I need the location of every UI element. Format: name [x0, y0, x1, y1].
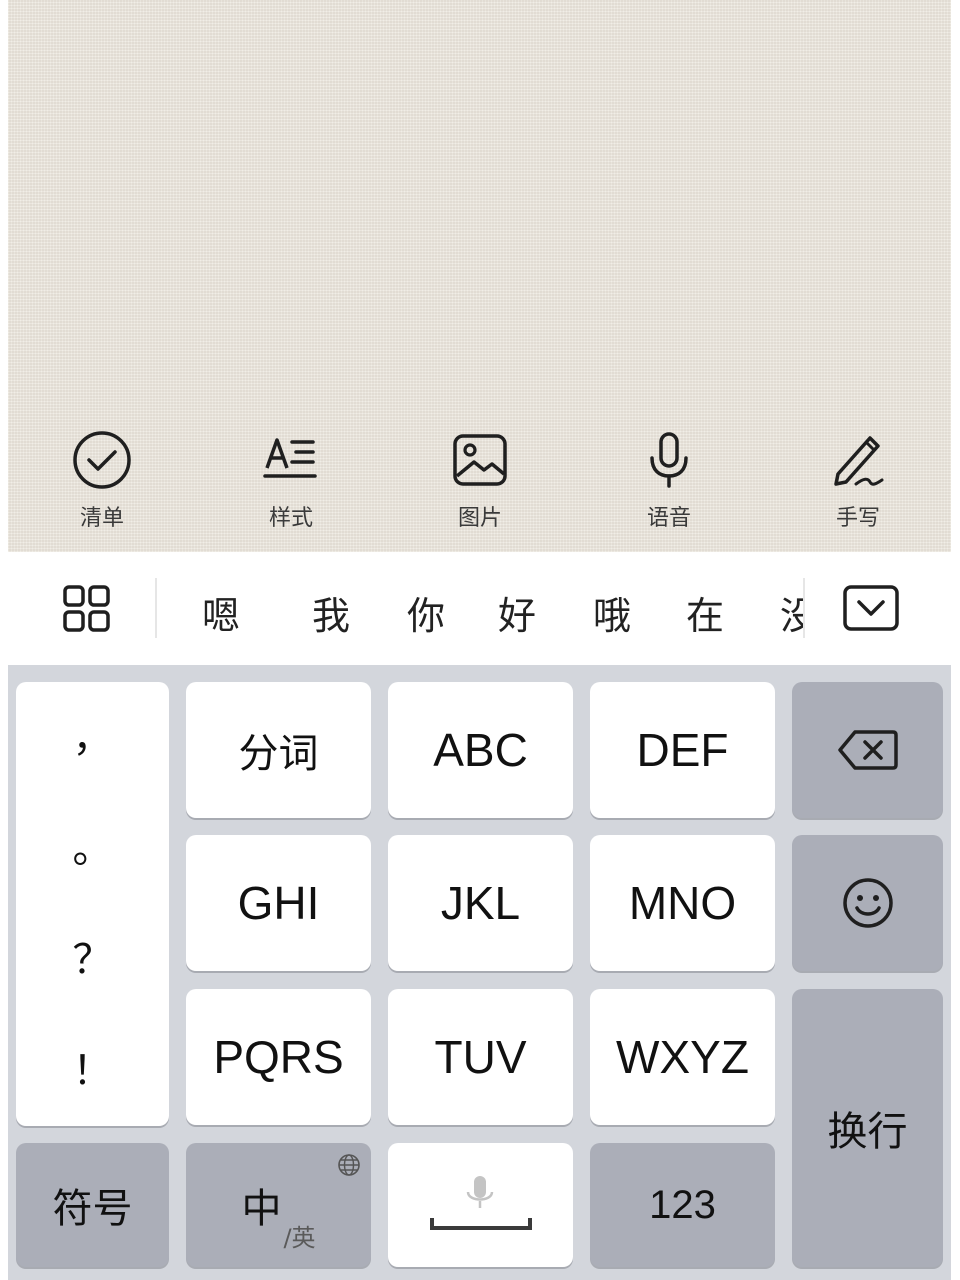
divider: [155, 578, 157, 638]
checklist-icon: [73, 431, 131, 489]
punct-question[interactable]: ？: [73, 940, 113, 980]
checklist-button[interactable]: 清单: [42, 428, 162, 540]
handwriting-label: 手写: [835, 506, 880, 531]
image-icon: [453, 434, 507, 486]
key-abc[interactable]: ABC: [388, 682, 573, 818]
collapse-keyboard-icon: [843, 585, 899, 631]
numbers-key[interactable]: 123: [590, 1143, 775, 1267]
candidate-word[interactable]: 嗯: [202, 585, 240, 640]
candidate-word[interactable]: 没: [780, 585, 803, 640]
voice-label: 语音: [646, 506, 691, 531]
handwriting-button[interactable]: 手写: [798, 428, 918, 540]
punct-comma[interactable]: ，: [73, 718, 113, 758]
emoji-smile-icon: [842, 878, 893, 928]
emoji-key[interactable]: [792, 835, 943, 971]
punctuation-column[interactable]: ， 。 ？ ！: [16, 682, 169, 1126]
key-jkl[interactable]: JKL: [388, 835, 573, 971]
microphone-icon: [650, 432, 688, 488]
candidate-word[interactable]: 我: [312, 585, 350, 640]
checklist-label: 清单: [79, 506, 124, 531]
style-button[interactable]: 样式: [231, 428, 351, 540]
language-switch-key[interactable]: 中 /英: [186, 1143, 371, 1267]
globe-icon: [338, 1154, 360, 1176]
key-pqrs[interactable]: PQRS: [186, 989, 371, 1125]
punct-exclamation[interactable]: ！: [73, 1051, 113, 1091]
enter-key[interactable]: 换行: [792, 989, 943, 1267]
style-label: 样式: [268, 506, 313, 531]
candidate-list: 嗯 我 你 好 哦 在 没: [160, 553, 803, 665]
space-mic-icon: [429, 1176, 532, 1230]
symbols-key[interactable]: 符号: [16, 1143, 169, 1267]
key-wxyz[interactable]: WXYZ: [590, 989, 775, 1125]
candidate-word[interactable]: 好: [498, 585, 536, 640]
candidate-word[interactable]: 哦: [593, 585, 631, 640]
candidate-word[interactable]: 在: [686, 585, 724, 640]
backspace-icon: [837, 730, 898, 770]
grid-menu-button[interactable]: [62, 584, 112, 638]
keyboard: ， 。 ？ ！ 分词 ABC DEF GHI JKL MNO PQRS TUV …: [8, 665, 951, 1280]
image-label: 图片: [457, 506, 502, 531]
key-def[interactable]: DEF: [590, 682, 775, 818]
voice-button[interactable]: 语音: [609, 428, 729, 540]
image-button[interactable]: 图片: [420, 428, 540, 540]
handwriting-pen-icon: [834, 436, 884, 486]
lang-sub-label: /英: [283, 1224, 316, 1252]
key-mno[interactable]: MNO: [590, 835, 775, 971]
note-toolbar: 清单 样式 图片 语音 手写: [8, 420, 951, 540]
candidate-word[interactable]: 你: [407, 585, 445, 640]
key-segment[interactable]: 分词: [186, 682, 371, 818]
collapse-keyboard-button[interactable]: [843, 585, 899, 635]
grid-menu-icon: [63, 585, 110, 632]
punct-period[interactable]: 。: [73, 829, 113, 869]
space-key[interactable]: [388, 1143, 573, 1267]
text-style-icon: [263, 438, 317, 478]
divider: [803, 578, 805, 638]
key-ghi[interactable]: GHI: [186, 835, 371, 971]
lang-main-label: 中: [241, 1186, 282, 1232]
key-tuv[interactable]: TUV: [388, 989, 573, 1125]
delete-key[interactable]: [792, 682, 943, 818]
